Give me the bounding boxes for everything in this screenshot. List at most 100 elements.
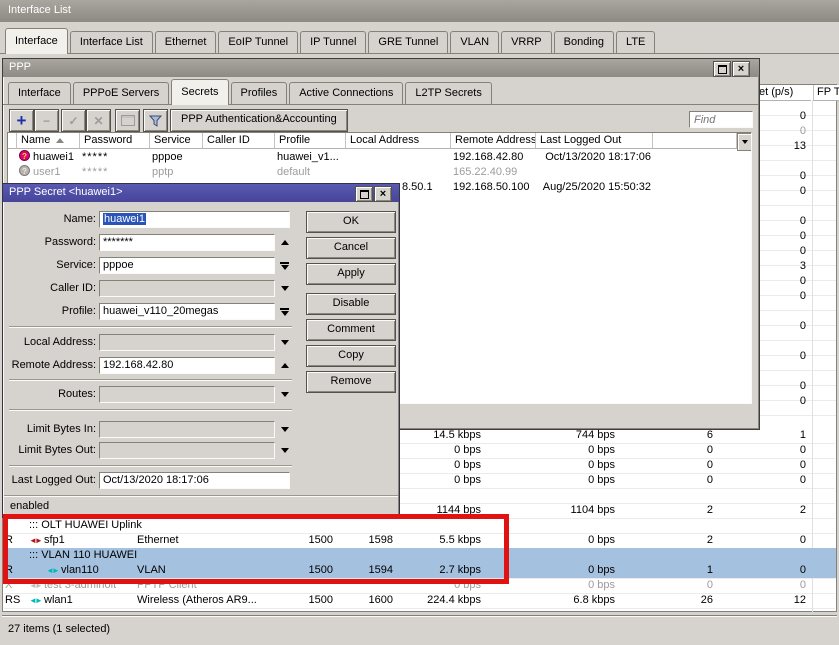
strip-value: 0 bbox=[760, 184, 806, 199]
filter-button[interactable] bbox=[143, 109, 168, 132]
interface-row-vlan110[interactable]: R vlan110 VLAN 1500 1594 2.7 kbps 0 bps … bbox=[3, 563, 836, 578]
close-icon: × bbox=[380, 189, 386, 199]
caller-id-field[interactable] bbox=[99, 280, 275, 297]
vlan-interface-icon bbox=[46, 563, 61, 578]
ppp-restore-button[interactable] bbox=[713, 61, 731, 77]
limit-bytes-in-expand-button[interactable] bbox=[277, 421, 292, 438]
arrow-down-icon bbox=[281, 340, 289, 345]
ok-button[interactable]: OK bbox=[306, 211, 396, 233]
column-header-packet-ps[interactable]: et (p/s) bbox=[759, 85, 811, 101]
remove-button[interactable]: − bbox=[34, 109, 59, 132]
enabled-status: enabled bbox=[10, 500, 49, 512]
tab-lte[interactable]: LTE bbox=[616, 31, 655, 53]
enable-button[interactable]: ✓ bbox=[61, 109, 86, 132]
profile-field[interactable]: huawei_v110_20megas bbox=[99, 303, 275, 320]
service-dropdown-button[interactable] bbox=[277, 257, 292, 274]
copy-button[interactable]: Copy bbox=[306, 345, 396, 367]
comment-button[interactable]: Comment bbox=[306, 319, 396, 341]
profile-dropdown-button[interactable] bbox=[277, 303, 292, 320]
interface-list-titlebar[interactable]: Interface List bbox=[0, 0, 839, 22]
remote-address-label: Remote Address: bbox=[7, 357, 96, 374]
chevron-down-icon bbox=[742, 140, 748, 144]
column-header-local-address[interactable]: Local Address bbox=[346, 133, 451, 149]
comment-row-selected[interactable]: ::: VLAN 110 HUAWEI bbox=[3, 548, 836, 563]
tab-ppp-interface[interactable]: Interface bbox=[8, 82, 71, 104]
cancel-button[interactable]: Cancel bbox=[306, 237, 396, 259]
wireless-interface-icon bbox=[29, 593, 44, 608]
tab-profiles[interactable]: Profiles bbox=[231, 82, 288, 104]
strip-value: 0 bbox=[760, 274, 806, 289]
limit-bytes-out-field[interactable] bbox=[99, 442, 275, 459]
disable-button[interactable]: ✕ bbox=[86, 109, 111, 132]
column-header-profile[interactable]: Profile bbox=[275, 133, 346, 149]
tab-l2tp-secrets[interactable]: L2TP Secrets bbox=[405, 82, 491, 104]
tab-eoip-tunnel[interactable]: EoIP Tunnel bbox=[218, 31, 298, 53]
password-collapse-button[interactable] bbox=[277, 234, 292, 251]
column-chooser-button[interactable] bbox=[737, 133, 752, 151]
column-header-last-logged-out[interactable]: Last Logged Out bbox=[536, 133, 653, 149]
x-icon: ✕ bbox=[93, 114, 103, 128]
tab-pppoe-servers[interactable]: PPPoE Servers bbox=[73, 82, 169, 104]
separator bbox=[9, 409, 292, 411]
secret-row-huawei1[interactable]: huawei1 ***** pppoe huawei_v1... 192.168… bbox=[8, 150, 751, 165]
disable-button[interactable]: Disable bbox=[306, 293, 396, 315]
remove-button[interactable]: Remove bbox=[306, 371, 396, 393]
selected-text: huawei1 bbox=[103, 213, 146, 225]
column-header-service[interactable]: Service bbox=[150, 133, 203, 149]
service-field[interactable]: pppoe bbox=[99, 257, 275, 274]
add-button[interactable]: + bbox=[9, 109, 34, 132]
limit-bytes-out-expand-button[interactable] bbox=[277, 442, 292, 459]
strip-value: 0 bbox=[760, 124, 806, 139]
name-field[interactable]: huawei1 bbox=[99, 211, 290, 228]
column-header-caller-id[interactable]: Caller ID bbox=[203, 133, 275, 149]
tab-ip-tunnel[interactable]: IP Tunnel bbox=[300, 31, 366, 53]
dialog-status-bar: enabled bbox=[4, 495, 398, 516]
strip-value: 0 bbox=[760, 379, 806, 394]
ppp-titlebar[interactable]: PPP bbox=[3, 59, 759, 77]
local-address-field[interactable] bbox=[99, 334, 275, 351]
comment-button[interactable] bbox=[115, 109, 140, 132]
routes-field[interactable] bbox=[99, 386, 275, 403]
ppp-close-button[interactable]: × bbox=[732, 61, 750, 77]
find-input[interactable] bbox=[689, 111, 753, 128]
column-header-password[interactable]: Password bbox=[80, 133, 150, 149]
column-header-remote-address[interactable]: Remote Address bbox=[451, 133, 536, 149]
sort-ascending-icon bbox=[56, 138, 64, 143]
routes-label: Routes: bbox=[7, 386, 96, 403]
comment-row[interactable]: ::: OLT HUAWEI Uplink bbox=[3, 518, 836, 533]
column-header-fp-tx[interactable]: FP T bbox=[813, 85, 839, 101]
tab-active-connections[interactable]: Active Connections bbox=[289, 82, 403, 104]
remote-address-field[interactable]: 192.168.42.80 bbox=[99, 357, 275, 374]
arrow-down-icon bbox=[281, 448, 289, 453]
column-header-spacer bbox=[8, 133, 17, 149]
separator bbox=[9, 326, 292, 328]
ppp-secret-dialog: PPP Secret <huawei1> × Name: huawei1 Pas… bbox=[2, 183, 400, 518]
interface-row-wlan1[interactable]: RS wlan1 Wireless (Atheros AR9... 1500 1… bbox=[3, 593, 836, 608]
tab-interface[interactable]: Interface bbox=[5, 28, 68, 54]
dialog-close-button[interactable]: × bbox=[374, 186, 392, 202]
routes-expand-button[interactable] bbox=[277, 386, 292, 403]
tab-bonding[interactable]: Bonding bbox=[554, 31, 614, 53]
limit-bytes-in-field[interactable] bbox=[99, 421, 275, 438]
tab-interface-list[interactable]: Interface List bbox=[70, 31, 153, 53]
tab-gre-tunnel[interactable]: GRE Tunnel bbox=[368, 31, 448, 53]
arrow-down-icon bbox=[281, 392, 289, 397]
secret-row-user1[interactable]: user1 ***** pptp default 165.22.40.99 bbox=[8, 165, 751, 180]
tab-secrets[interactable]: Secrets bbox=[171, 79, 228, 105]
column-header-name[interactable]: Name bbox=[17, 133, 80, 149]
apply-button[interactable]: Apply bbox=[306, 263, 396, 285]
password-field[interactable]: ******* bbox=[99, 234, 275, 251]
caller-id-expand-button[interactable] bbox=[277, 280, 292, 297]
interface-row-sfp1[interactable]: R sfp1 Ethernet 1500 1598 5.5 kbps 0 bps… bbox=[3, 533, 836, 548]
tab-ethernet[interactable]: Ethernet bbox=[155, 31, 217, 53]
dialog-titlebar[interactable]: PPP Secret <huawei1> bbox=[3, 184, 399, 202]
interface-row-disabled[interactable]: X test 3-adminolt PPTP Client 0 bps 0 bp… bbox=[3, 578, 836, 593]
tab-vrrp[interactable]: VRRP bbox=[501, 31, 552, 53]
ppp-auth-accounting-button[interactable]: PPP Authentication&Accounting bbox=[170, 109, 348, 132]
tab-vlan[interactable]: VLAN bbox=[450, 31, 499, 53]
dialog-restore-button[interactable] bbox=[355, 186, 373, 202]
remote-address-collapse-button[interactable] bbox=[277, 357, 292, 374]
restore-icon bbox=[718, 65, 727, 74]
local-address-expand-button[interactable] bbox=[277, 334, 292, 351]
screen: Interface List Interface Interface List … bbox=[0, 0, 839, 645]
